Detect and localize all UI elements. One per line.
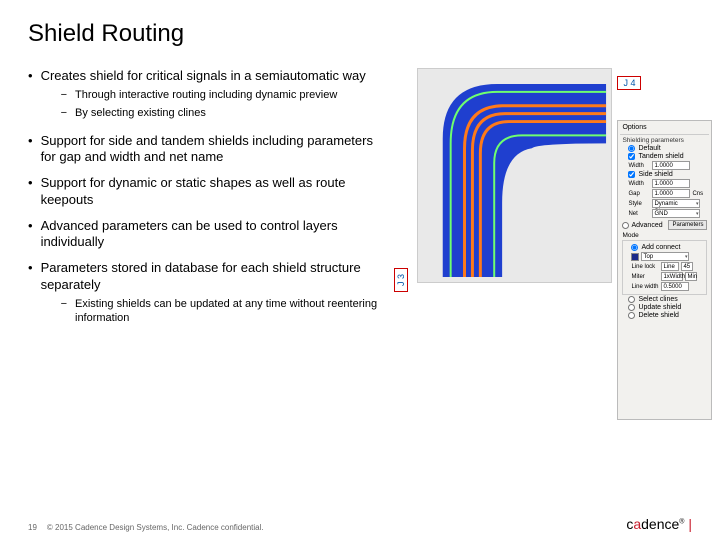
parameters-button[interactable]: Parameters — [668, 220, 707, 230]
updateshield-label: Update shield — [638, 304, 681, 311]
slide-title: Shield Routing — [28, 20, 692, 48]
layer-field: Top — [631, 252, 706, 261]
bullet-1-sub-1: Through interactive routing including dy… — [61, 88, 383, 102]
gap-field: Gap 1.0000 Cns — [628, 189, 709, 198]
figure-column: J 4 J 3 Options Shielding parameters Def… — [382, 68, 692, 338]
tandem-checkbox[interactable] — [628, 153, 635, 160]
addconnect-label: Add connect — [641, 244, 680, 251]
bullet-list: Creates shield for critical signals in a… — [28, 68, 382, 328]
options-panel: Options Shielding parameters Default Tan… — [617, 120, 712, 420]
updateshield-row: Update shield — [628, 304, 709, 311]
bullet-5-sub-1: Existing shields can be updated at any t… — [61, 297, 383, 326]
mode-label: Mode — [622, 232, 707, 239]
selectclines-radio[interactable] — [628, 296, 635, 303]
content-row: Creates shield for critical signals in a… — [28, 68, 692, 338]
side-checkbox[interactable] — [628, 171, 635, 178]
logo-a-red: a — [633, 516, 641, 532]
miter-input[interactable]: 1xWidth — [661, 272, 683, 281]
linewidth-input[interactable]: 0.5000 — [661, 282, 689, 291]
mode-box: Add connect Top Line lock Line 45 Miter … — [622, 240, 707, 295]
cadence-logo: cadence® | — [626, 516, 692, 532]
linelock-type[interactable]: Line — [661, 262, 679, 271]
bullet-1-text: Creates shield for critical signals in a… — [41, 68, 366, 83]
selectclines-label: Select clines — [638, 296, 677, 303]
layer-select[interactable]: Top — [641, 252, 689, 261]
linelock-field: Line lock Line 45 — [631, 262, 706, 271]
bullet-1-sub: Through interactive routing including dy… — [61, 88, 383, 120]
copyright: © 2015 Cadence Design Systems, Inc. Cade… — [47, 523, 264, 532]
side-width-field: Width 1.0000 — [628, 179, 709, 188]
deleteshield-row: Delete shield — [628, 312, 709, 319]
cns-label: Cns — [692, 191, 703, 197]
style-select[interactable]: Dynamic Shape — [652, 199, 700, 208]
linelock-angle[interactable]: 45 — [681, 262, 693, 271]
deleteshield-label: Delete shield — [638, 312, 678, 319]
tandem-label: Tandem shield — [638, 153, 683, 160]
net-select[interactable]: GND — [652, 209, 700, 218]
tandem-check-row: Tandem shield — [628, 153, 709, 160]
connector-label-j3: J 3 — [394, 268, 408, 292]
page-number: 19 — [28, 523, 37, 532]
advanced-label: Advanced — [631, 222, 662, 229]
footer-left: 19 © 2015 Cadence Design Systems, Inc. C… — [28, 523, 264, 532]
addconnect-radio[interactable] — [631, 244, 638, 251]
style-field: Style Dynamic Shape — [628, 199, 709, 208]
advanced-radio[interactable] — [622, 222, 629, 229]
bullet-5: Parameters stored in database for each s… — [28, 260, 382, 328]
bullet-3: Support for dynamic or static shapes as … — [28, 175, 382, 208]
default-label: Default — [638, 145, 660, 152]
side-check-row: Side shield — [628, 171, 709, 178]
gap-input[interactable]: 1.0000 — [652, 189, 690, 198]
tandem-width-input[interactable]: 1.0000 — [652, 161, 690, 170]
bullet-5-text: Parameters stored in database for each s… — [41, 260, 361, 291]
tandem-width-field: Width 1.0000 — [628, 161, 709, 170]
bullet-1-sub-2: By selecting existing clines — [61, 106, 383, 120]
miter-min[interactable]: Min — [685, 272, 697, 281]
panel-header: Options — [620, 123, 709, 135]
miter-field: Miter 1xWidth Min — [631, 272, 706, 281]
routing-svg — [418, 69, 611, 282]
bullet-4: Advanced parameters can be used to contr… — [28, 218, 382, 251]
side-width-input[interactable]: 1.0000 — [652, 179, 690, 188]
linewidth-field: Line width 0.5000 — [631, 282, 706, 291]
default-radio-row: Default — [628, 145, 709, 152]
footer: 19 © 2015 Cadence Design Systems, Inc. C… — [28, 516, 692, 532]
connector-label-j4: J 4 — [617, 76, 641, 90]
layer-swatch — [631, 253, 639, 261]
bullet-column: Creates shield for critical signals in a… — [28, 68, 382, 338]
bullet-2: Support for side and tandem shields incl… — [28, 133, 382, 166]
routing-diagram — [417, 68, 612, 283]
deleteshield-radio[interactable] — [628, 312, 635, 319]
updateshield-radio[interactable] — [628, 304, 635, 311]
bullet-5-sub: Existing shields can be updated at any t… — [61, 297, 383, 326]
bullet-1: Creates shield for critical signals in a… — [28, 68, 382, 123]
default-radio[interactable] — [628, 145, 635, 152]
side-label: Side shield — [638, 171, 672, 178]
addconnect-row: Add connect — [631, 244, 706, 251]
slide: Shield Routing Creates shield for critic… — [0, 0, 720, 540]
selectclines-row: Select clines — [628, 296, 709, 303]
net-field: Net GND — [628, 209, 709, 218]
shielding-params-label: Shielding parameters — [622, 137, 709, 144]
param-button-row: Advanced Parameters — [622, 220, 707, 230]
